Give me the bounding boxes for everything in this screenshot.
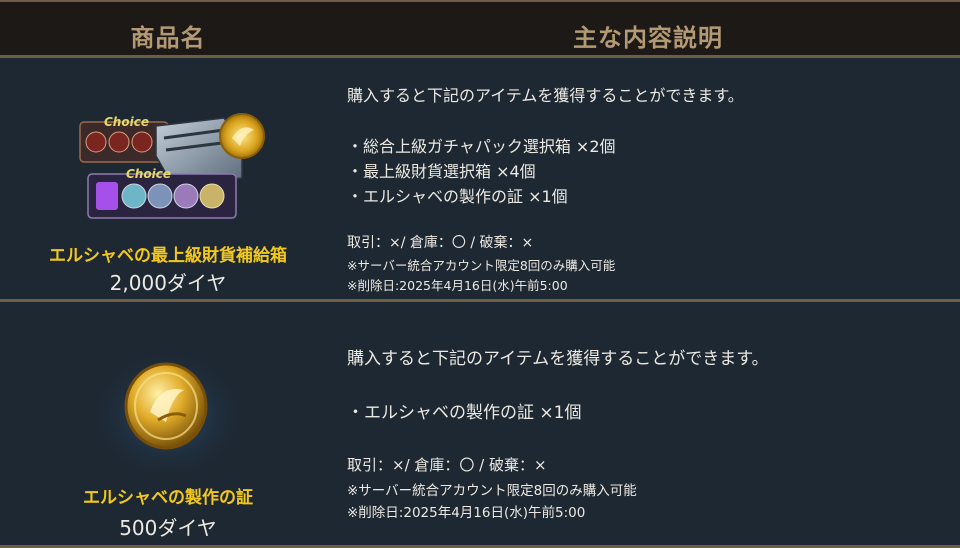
product-title: エルシャベの製作の証 bbox=[83, 488, 253, 508]
removal-date-note: ※削除日:2025年4月16日(水)午前5:00 bbox=[347, 278, 568, 293]
list-item: ・エルシャベの製作の証 ×1個 bbox=[347, 403, 582, 423]
choice-badge: Choice bbox=[104, 115, 149, 129]
product-price: 2,000ダイヤ bbox=[109, 271, 227, 295]
table-row: Choice Choice エルシャベの最上級財貨補給箱 2,000ダイヤ 購入… bbox=[0, 58, 960, 302]
list-item: ・エルシャベの製作の証 ×1個 bbox=[347, 187, 568, 206]
gold-coin-icon bbox=[88, 326, 248, 476]
list-item: ・最上級財貨選択箱 ×4個 bbox=[347, 162, 536, 181]
header-description: 主な内容説明 bbox=[573, 24, 723, 52]
header-product-name: 商品名 bbox=[130, 24, 206, 52]
product-cell: エルシャベの製作の証 500ダイヤ bbox=[0, 302, 336, 545]
product-title: エルシャベの最上級財貨補給箱 bbox=[49, 246, 287, 266]
purchase-limit-note: ※サーバー統合アカウント限定8回のみ購入可能 bbox=[347, 258, 616, 273]
removal-date-note: ※削除日:2025年4月16日(水)午前5:00 bbox=[347, 505, 586, 521]
trade-flags: 取引：×/ 倉庫：〇 / 破棄：× bbox=[347, 235, 534, 251]
list-item: ・総合上級ガチャパック選択箱 ×2個 bbox=[347, 137, 616, 156]
purchase-limit-note: ※サーバー統合アカウント限定8回のみ購入可能 bbox=[347, 483, 637, 499]
product-price: 500ダイヤ bbox=[119, 516, 217, 540]
table-row: エルシャベの製作の証 500ダイヤ 購入すると下記のアイテムを獲得することができ… bbox=[0, 302, 960, 548]
trade-flags: 取引：×/ 倉庫：〇 / 破棄：× bbox=[347, 456, 547, 474]
choice-badge: Choice bbox=[126, 167, 171, 181]
product-cell: Choice Choice エルシャベの最上級財貨補給箱 2,000ダイヤ bbox=[0, 58, 336, 299]
description-cell: 購入すると下記のアイテムを獲得することができます。 ・エルシャベの製作の証 ×1… bbox=[347, 302, 947, 545]
table-header: 商品名 主な内容説明 bbox=[0, 0, 960, 58]
chest-and-coin-bundle-icon: Choice Choice bbox=[74, 108, 266, 226]
product-table: 商品名 主な内容説明 Choice Choice エルシャベの最上級財貨補給箱 … bbox=[0, 0, 960, 548]
description-cell: 購入すると下記のアイテムを獲得することができます。 ・総合上級ガチャパック選択箱… bbox=[347, 58, 947, 299]
description-lead: 購入すると下記のアイテムを獲得することができます。 bbox=[347, 349, 769, 369]
description-lead: 購入すると下記のアイテムを獲得することができます。 bbox=[347, 86, 744, 105]
